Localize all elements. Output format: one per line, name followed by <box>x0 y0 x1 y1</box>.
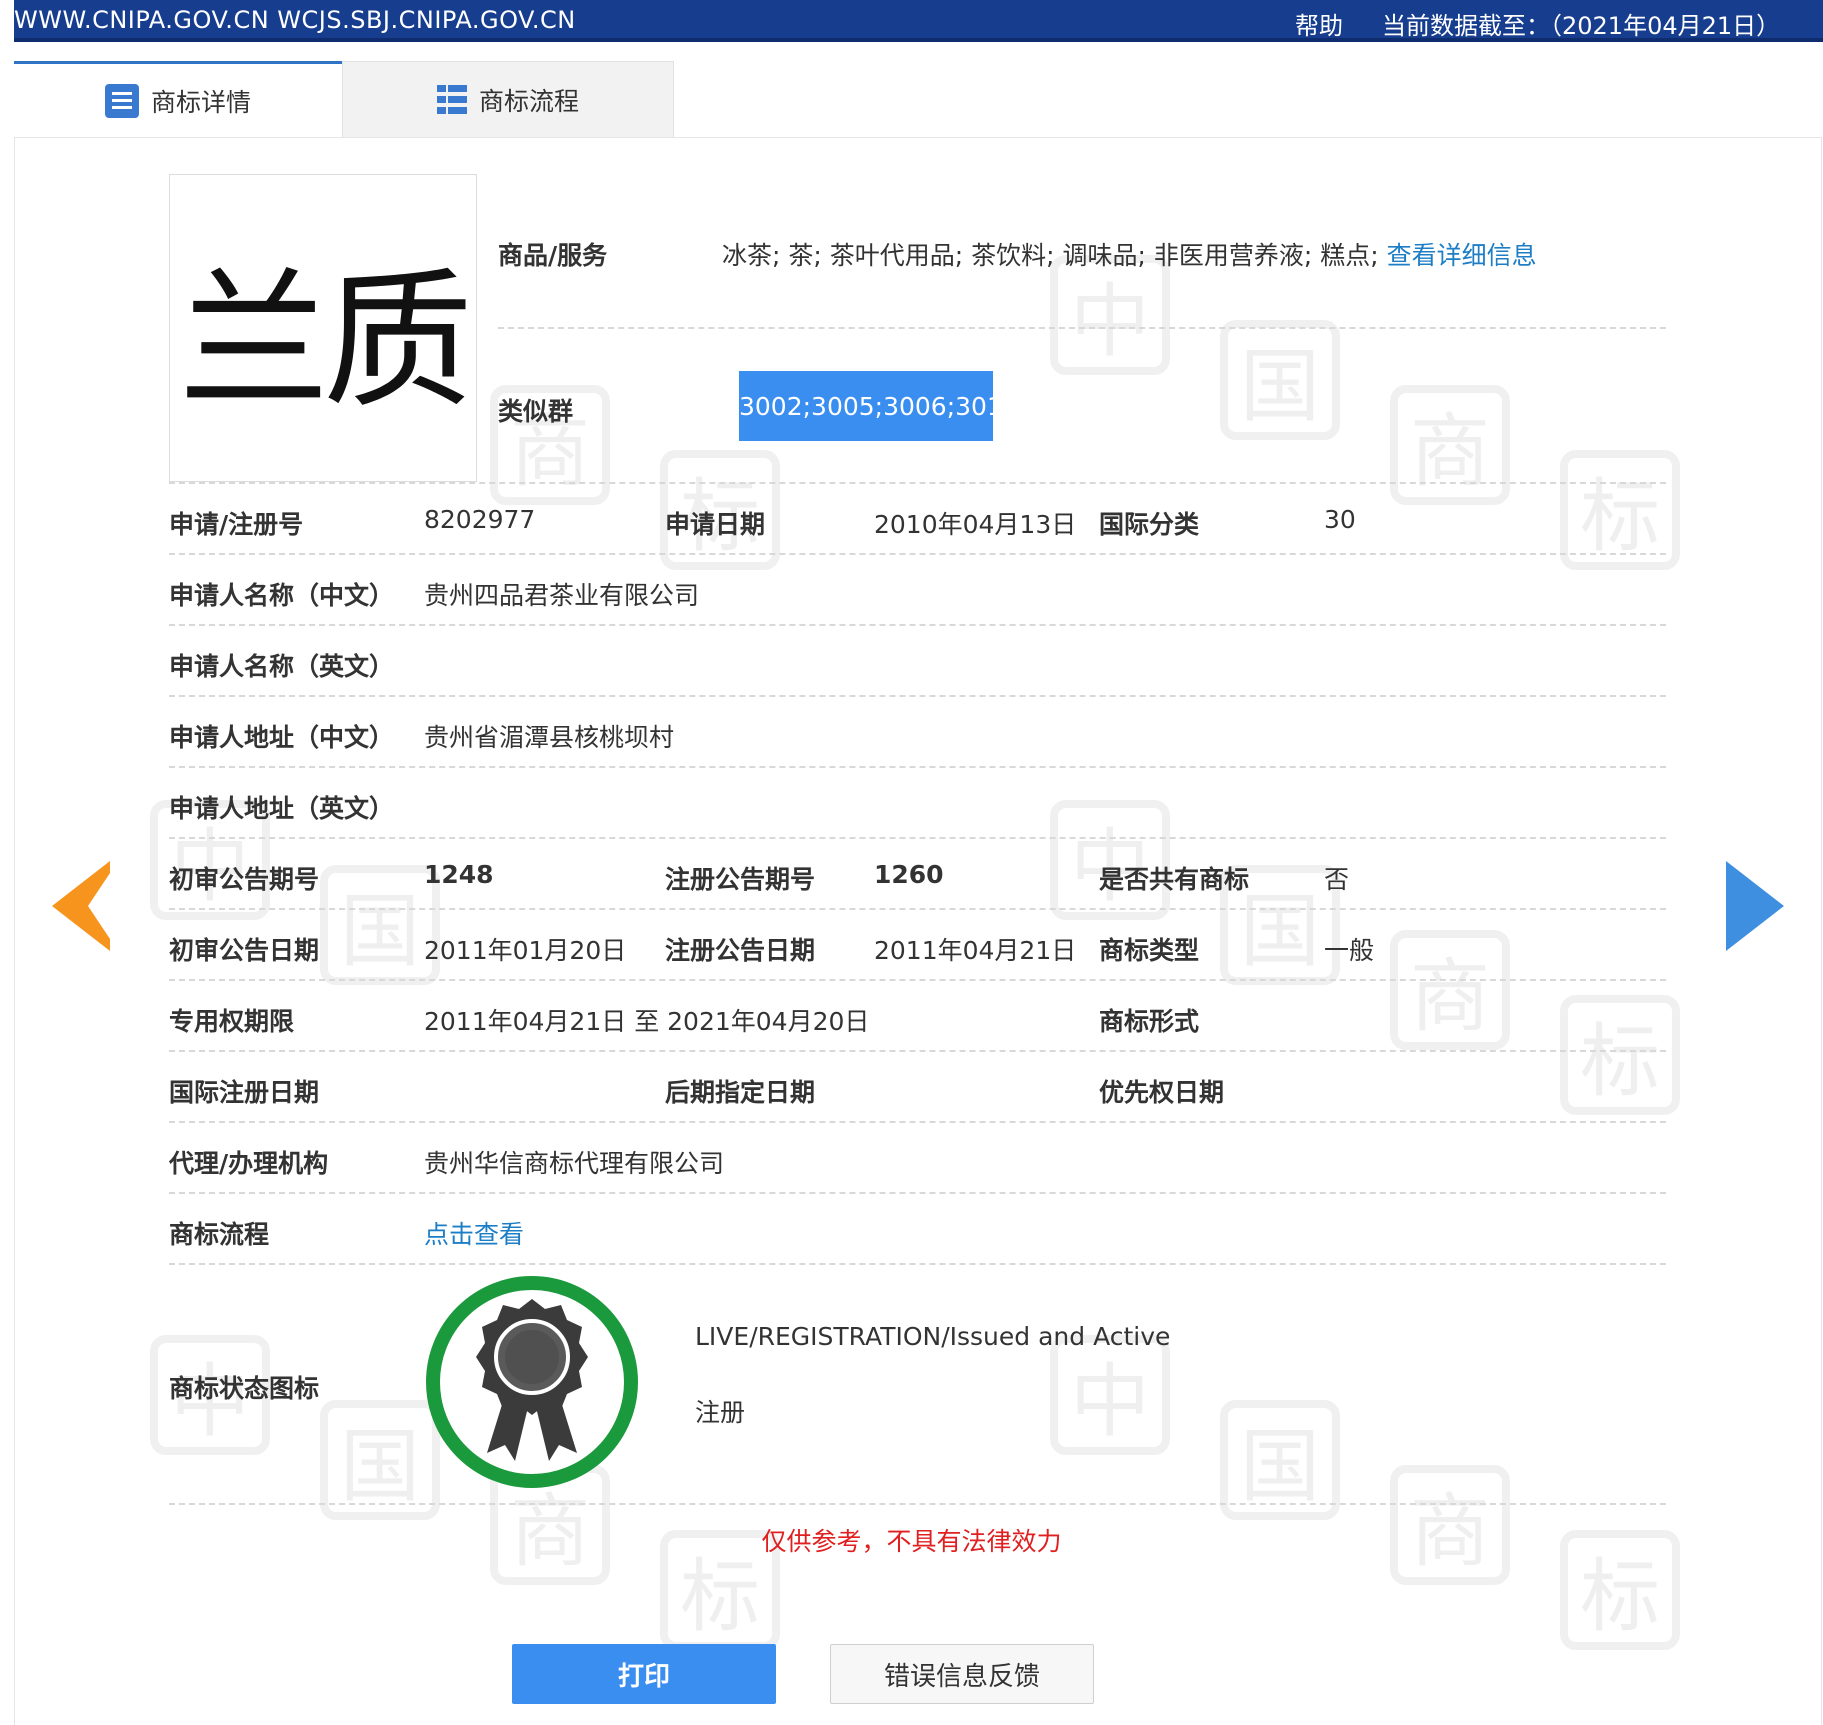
list-icon <box>436 84 467 115</box>
reg-issue-value: 1260 <box>874 860 944 889</box>
intl-class-label: 国际分类 <box>1099 510 1200 539</box>
tab-bar: 商标详情 商标流程 <box>14 61 674 137</box>
status-icon-label: 商标状态图标 <box>169 1374 320 1403</box>
next-arrow-icon[interactable] <box>1690 861 1784 951</box>
row-divider <box>169 1192 1666 1194</box>
app-date-label: 申请日期 <box>665 510 766 539</box>
priority-date-label: 优先权日期 <box>1099 1078 1225 1107</box>
row-divider <box>169 482 1666 484</box>
goods-services-value: 冰茶; 茶; 茶叶代用品; 茶饮料; 调味品; 非医用营养液; 糕点; 查看详细… <box>722 241 1537 270</box>
site-urls: WWW.CNIPA.GOV.CN WCJS.SBJ.CNIPA.GOV.CN <box>14 6 576 34</box>
tm-type-label: 商标类型 <box>1099 936 1200 965</box>
disclaimer-text: 仅供参考，不具有法律效力 <box>761 1527 1062 1556</box>
trademark-image: 兰质 <box>169 174 477 482</box>
reg-date-label: 注册公告日期 <box>665 936 816 965</box>
goods-services-label: 商品/服务 <box>498 241 608 270</box>
prelim-date-label: 初审公告日期 <box>169 936 320 965</box>
row-divider <box>169 1050 1666 1052</box>
view-process-link[interactable]: 点击查看 <box>424 1215 524 1251</box>
row-divider <box>169 695 1666 697</box>
row-divider <box>169 1503 1666 1505</box>
tm-type-value: 一般 <box>1324 936 1375 965</box>
prelim-date-value: 2011年01月20日 <box>424 936 627 965</box>
reg-date-value: 2011年04月21日 <box>874 936 1077 965</box>
prelim-issue-value: 1248 <box>424 860 494 889</box>
applicant-cn-label: 申请人名称（中文） <box>169 581 395 610</box>
row-divider <box>169 624 1666 626</box>
document-icon <box>104 83 139 118</box>
address-cn-label: 申请人地址（中文） <box>169 723 395 752</box>
process-label: 商标流程 <box>169 1220 270 1249</box>
prelim-issue-label: 初审公告期号 <box>169 865 320 894</box>
similar-group-value: 3002;3005;3006;3016; <box>739 371 1027 441</box>
intl-reg-date-label: 国际注册日期 <box>169 1078 320 1107</box>
reg-no-value: 8202977 <box>424 505 536 534</box>
view-details-link[interactable]: 查看详细信息 <box>1387 241 1537 270</box>
row-divider <box>169 1121 1666 1123</box>
feedback-button[interactable]: 错误信息反馈 <box>830 1644 1094 1704</box>
tm-form-label: 商标形式 <box>1099 1007 1200 1036</box>
intl-class-value: 30 <box>1324 505 1356 534</box>
applicant-cn-value: 贵州四品君茶业有限公司 <box>424 581 700 610</box>
row-divider <box>169 979 1666 981</box>
help-link[interactable]: 帮助 <box>1295 6 1343 41</box>
tab-trademark-details[interactable]: 商标详情 <box>14 61 342 137</box>
tab-trademark-process[interactable]: 商标流程 <box>342 61 674 137</box>
agency-label: 代理/办理机构 <box>169 1149 329 1178</box>
registered-badge-icon <box>426 1276 638 1488</box>
print-button[interactable]: 打印 <box>512 1644 776 1704</box>
term-label: 专用权期限 <box>169 1007 295 1036</box>
status-chinese: 注册 <box>695 1398 746 1427</box>
previous-arrow-icon[interactable] <box>52 861 118 951</box>
reg-issue-label: 注册公告期号 <box>665 865 816 894</box>
shared-value: 否 <box>1324 865 1350 894</box>
row-divider <box>169 1263 1666 1265</box>
status-english: LIVE/REGISTRATION/Issued and Active <box>695 1322 1171 1351</box>
row-divider <box>169 766 1666 768</box>
top-bar: WWW.CNIPA.GOV.CN WCJS.SBJ.CNIPA.GOV.CN 帮… <box>14 0 1823 42</box>
row-divider <box>169 908 1666 910</box>
tab-label: 商标详情 <box>150 87 251 117</box>
row-divider <box>169 837 1666 839</box>
data-cutoff-date: 当前数据截至：（2021年04月21日） <box>1382 12 1781 40</box>
tab-label: 商标流程 <box>478 86 579 116</box>
shared-label: 是否共有商标 <box>1099 865 1250 894</box>
agency-value: 贵州华信商标代理有限公司 <box>424 1149 725 1178</box>
row-divider <box>169 553 1666 555</box>
address-en-label: 申请人地址（英文） <box>169 794 395 823</box>
app-date-value: 2010年04月13日 <box>874 510 1077 539</box>
similar-group-label: 类似群 <box>498 397 574 426</box>
row-divider <box>498 327 1666 329</box>
later-date-label: 后期指定日期 <box>665 1078 816 1107</box>
reg-no-label: 申请/注册号 <box>169 510 304 539</box>
trademark-image-text: 兰质 <box>178 254 473 429</box>
term-value: 2011年04月21日 至 2021年04月20日 <box>424 1007 870 1036</box>
applicant-en-label: 申请人名称（英文） <box>169 652 395 681</box>
address-cn-value: 贵州省湄潭县核桃坝村 <box>424 723 675 752</box>
